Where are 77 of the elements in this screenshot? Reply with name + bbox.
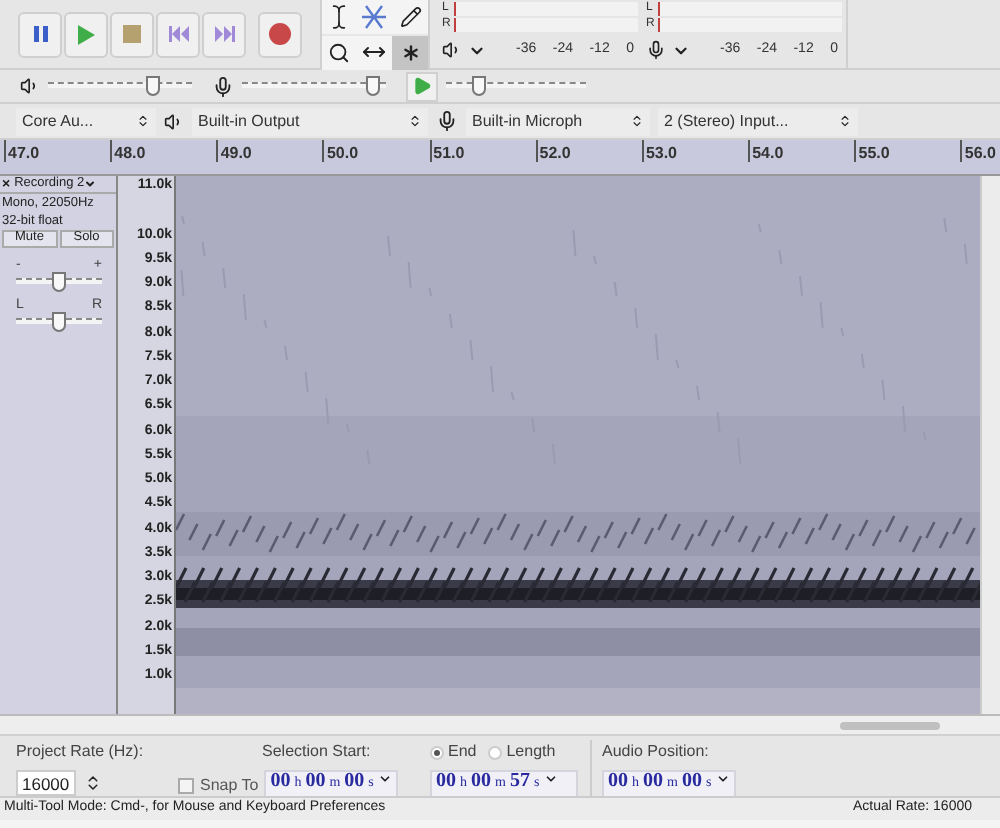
ruler-label: 50.0 (322, 140, 359, 162)
stop-button[interactable] (110, 11, 154, 57)
snap-to-checkbox[interactable] (178, 777, 194, 793)
snap-to-label: Snap To (200, 773, 259, 797)
time-digits: 00 (270, 772, 291, 792)
scrollbar-thumb[interactable] (840, 721, 940, 729)
record-icon (268, 22, 292, 46)
speaker-icon (442, 40, 462, 60)
updown-arrow-icon (630, 114, 644, 128)
time-digits: 00 (471, 772, 491, 792)
radio-label: Length (506, 740, 556, 764)
play-icon (76, 23, 96, 45)
zoom-tool[interactable] (322, 35, 358, 69)
updown-arrow-icon (408, 114, 422, 128)
ruler-label: 52.0 (535, 140, 571, 162)
microphone-icon (436, 110, 458, 132)
slider-thumb[interactable] (52, 272, 66, 292)
time-digits: 00 (305, 772, 326, 792)
time-digits: 00 (344, 772, 365, 792)
skip-to-start-icon (167, 24, 189, 44)
slider-thumb[interactable] (52, 312, 66, 332)
pan-slider[interactable] (16, 312, 102, 334)
volume-slider[interactable] (242, 75, 386, 97)
play-button[interactable] (64, 11, 108, 57)
time-digits: 00 (643, 772, 663, 792)
ruler-label: 49.0 (216, 140, 252, 162)
ruler-label: 56.0 (960, 140, 996, 162)
audio-position-label: Audio Position: (602, 740, 711, 764)
device-dropdown[interactable]: Built-in Microph (466, 107, 650, 135)
vertical-scrollbar[interactable] (980, 176, 1000, 714)
stop-icon (122, 24, 142, 44)
draw-tool[interactable] (392, 0, 428, 34)
play-icon (412, 76, 432, 96)
stepper-icon (83, 774, 102, 792)
skip-to-end-button[interactable] (202, 11, 246, 57)
slider-thumb[interactable] (145, 75, 160, 95)
speed-slider[interactable] (446, 75, 586, 97)
pause-button[interactable] (18, 11, 62, 57)
ruler-label: 54.0 (748, 140, 784, 162)
slider-thumb[interactable] (365, 75, 380, 95)
timeline-ruler[interactable]: 47.0 48.0 49.0 50.0 51.0 52.0 53.0 54.0 55.0 56.0 (0, 140, 1000, 176)
ruler-label: 48.0 (110, 140, 146, 162)
record-button[interactable] (258, 11, 302, 57)
pencil-icon (399, 6, 422, 28)
microphone-icon (646, 40, 666, 60)
selection-start-label: Selection Start: (260, 740, 373, 764)
time-digits: 57 (509, 772, 530, 792)
ruler-label: 55.0 (854, 140, 890, 162)
zoom-icon (328, 41, 351, 63)
updown-arrow-icon (838, 114, 852, 128)
skip-to-end-icon (213, 24, 235, 44)
ruler-label: 51.0 (429, 140, 465, 162)
device-dropdown[interactable]: 2 (Stereo) Input... (658, 107, 858, 135)
radio-label: End (448, 740, 477, 764)
updown-arrow-icon (136, 114, 150, 128)
time-shift-tool[interactable] (357, 35, 393, 69)
time-digits: 00 (436, 772, 456, 792)
gain-slider[interactable] (16, 272, 102, 294)
ruler-label: 53.0 (641, 140, 678, 162)
device-dropdown[interactable]: Core Au... (16, 107, 156, 135)
volume-slider[interactable] (48, 75, 192, 97)
time-digits: 00 (681, 772, 702, 792)
radio-button[interactable] (488, 745, 503, 759)
microphone-icon (212, 75, 234, 97)
time-digits: 00 (608, 772, 628, 792)
radio-button[interactable] (430, 745, 444, 759)
speaker-icon (20, 76, 40, 96)
speaker-icon (164, 111, 184, 131)
project-rate-label: Project Rate (Hz): (16, 740, 146, 764)
skip-to-start-button[interactable] (156, 11, 200, 57)
horizontal-scrollbar[interactable] (0, 714, 1000, 734)
slider-thumb[interactable] (471, 75, 486, 95)
selection-tool[interactable] (322, 0, 358, 34)
multi-tool[interactable] (392, 35, 428, 69)
ruler-label: 47.0 (4, 140, 40, 162)
pause-icon (31, 24, 49, 44)
device-dropdown[interactable]: Built-in Output (192, 107, 428, 135)
